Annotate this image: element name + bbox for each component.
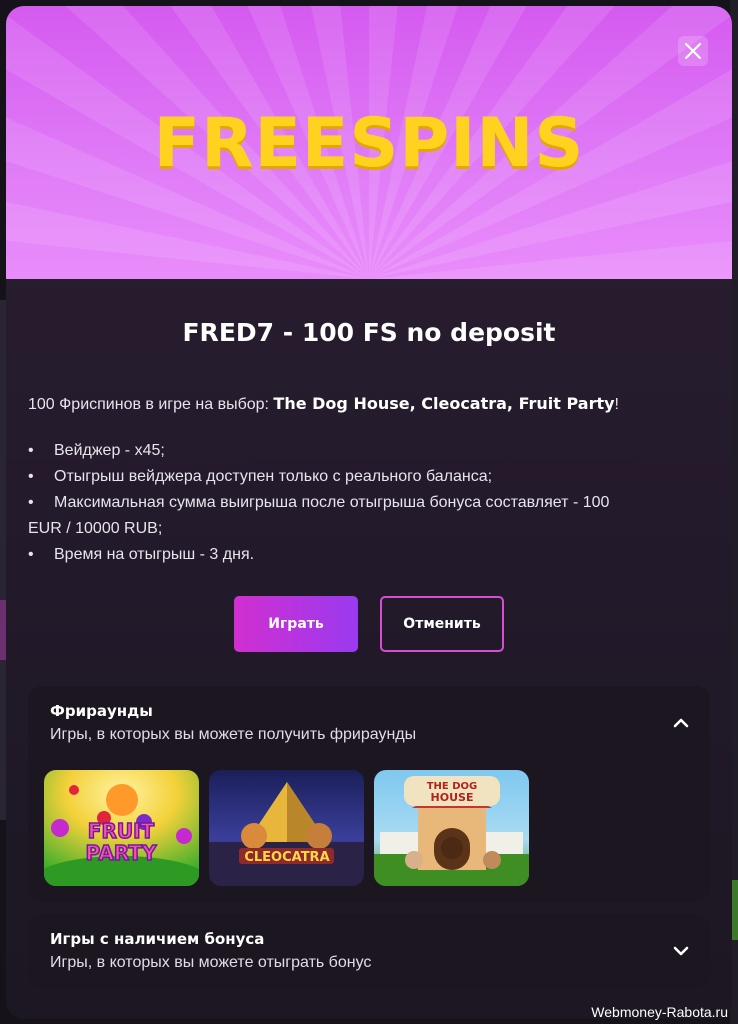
intro-end: !: [614, 396, 619, 413]
game-card-fruit-party[interactable]: FRUIT PARTY: [44, 770, 199, 886]
rule-item-continued: EUR / 10000 RUB;: [28, 520, 163, 537]
rule-item: Вейджер - x45;: [28, 438, 708, 464]
offer-heading: FRED7 - 100 FS no deposit: [182, 318, 556, 347]
bonus-games-title: Игры с наличием бонуса: [50, 930, 265, 948]
freerounds-title: Фрираунды: [50, 702, 153, 720]
banner-title: FREESPINS: [153, 104, 585, 183]
cleocatra-thumbnail: CLEOCATRA: [209, 770, 364, 886]
bonus-games-subtitle: Игры, в которых вы можете отыграть бонус: [50, 954, 372, 971]
close-button[interactable]: [678, 36, 708, 66]
svg-text:CLEOCATRA: CLEOCATRA: [244, 850, 329, 865]
play-button[interactable]: Играть: [234, 596, 358, 652]
rule-item: Отыгрыш вейджера доступен только с реаль…: [28, 464, 708, 490]
svg-text:FRUIT: FRUIT: [88, 819, 155, 843]
cancel-button[interactable]: Отменить: [380, 596, 504, 652]
intro-games: The Dog House, Cleocatra, Fruit Party: [273, 394, 615, 413]
chevron-down-icon[interactable]: [672, 942, 690, 960]
offer-description: 100 Фриспинов в игре на выбор: The Dog H…: [28, 392, 708, 417]
bonus-modal: FREESPINS FRED7 - 100 FS no deposit 100 …: [6, 6, 732, 1019]
offer-rules: Вейджер - x45; Отыгрыш вейджера доступен…: [28, 438, 708, 568]
chevron-up-icon[interactable]: [672, 714, 690, 732]
freerounds-subtitle: Игры, в которых вы можете получить фрира…: [50, 726, 417, 743]
svg-text:PARTY: PARTY: [86, 841, 157, 865]
rule-item: Время на отыгрыш - 3 дня.: [28, 542, 708, 568]
svg-text:HOUSE: HOUSE: [431, 791, 474, 804]
promo-banner: FREESPINS: [6, 6, 732, 279]
bonus-games-panel[interactable]: Игры с наличием бонуса Игры, в которых в…: [28, 914, 710, 988]
game-card-dog-house[interactable]: THE DOG HOUSE: [374, 770, 529, 886]
watermark: Webmoney-Rabota.ru: [591, 1004, 728, 1020]
fruit-party-thumbnail: FRUIT PARTY: [44, 770, 199, 886]
game-list: FRUIT PARTY CLEOCATRA THE DOG HOUSE: [44, 770, 529, 886]
intro-text: 100 Фриспинов в игре на выбор:: [28, 396, 274, 413]
rule-item: Максимальная сумма выигрыша после отыгры…: [28, 490, 708, 542]
freerounds-panel: Фрираунды Игры, в которых вы можете полу…: [28, 686, 710, 902]
game-card-cleocatra[interactable]: CLEOCATRA: [209, 770, 364, 886]
dog-house-thumbnail: THE DOG HOUSE: [374, 770, 529, 886]
close-icon: [684, 42, 702, 60]
